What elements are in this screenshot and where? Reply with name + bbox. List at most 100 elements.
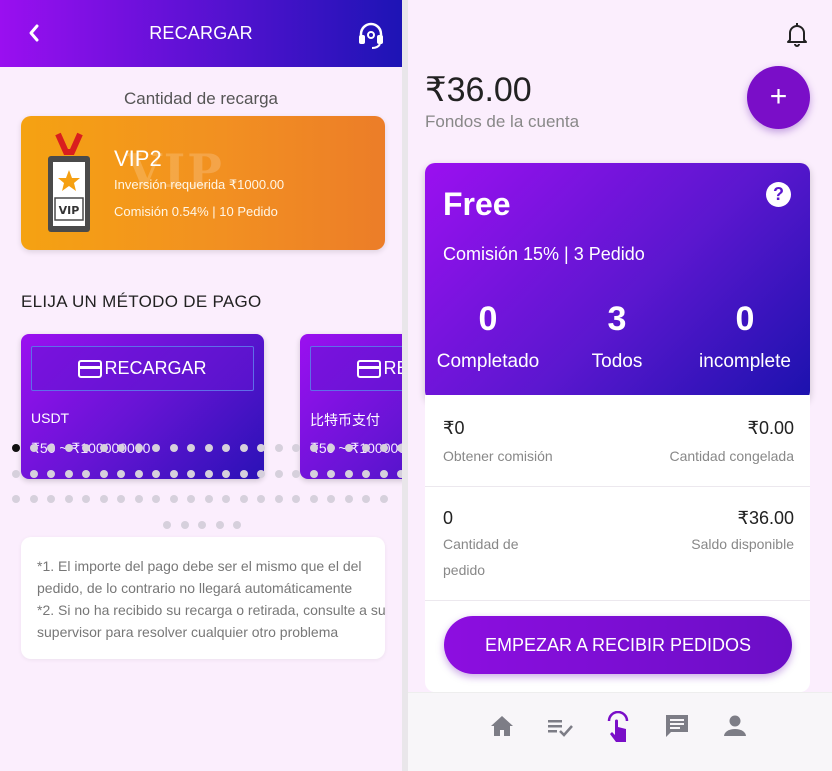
- recharge-notice: *1. El importe del pago debe ser el mism…: [21, 537, 386, 659]
- payment-method-name: 比特币支付: [310, 412, 380, 428]
- headset-icon[interactable]: [356, 20, 386, 50]
- summary-row: 0 Cantidad de pedido ₹36.00 Saldo dispon…: [425, 487, 810, 601]
- carousel-dot: [152, 495, 160, 503]
- frozen-amount-label: Cantidad congelada: [669, 448, 794, 464]
- stat-value: 3: [607, 300, 627, 338]
- carousel-dot: [257, 470, 265, 478]
- carousel-dot: [12, 495, 20, 503]
- plan-name: Free: [443, 186, 511, 222]
- vip-badge-icon: VIP: [39, 130, 99, 238]
- carousel-dot: [344, 495, 353, 503]
- carousel-dot: [134, 444, 143, 452]
- carousel-dot: [169, 470, 178, 478]
- recharge-amount-label: Cantidad de recarga: [123, 89, 279, 108]
- carousel-dot: [344, 470, 353, 478]
- earned-commission-label: Obtener comisión: [443, 448, 553, 464]
- carousel-dot: [215, 521, 224, 529]
- vip-commission: Comisión 0.54% | 10 Pedido: [114, 204, 278, 219]
- stat-label: Completado: [436, 351, 540, 372]
- carousel-dot: [29, 495, 38, 503]
- carousel-dot: [222, 495, 230, 503]
- recharge-header: RECARGAR: [0, 0, 402, 67]
- carousel-dot: [64, 470, 73, 478]
- carousel-dot: [379, 444, 388, 452]
- stat-completed: 0 Completado: [429, 300, 547, 375]
- carousel-dot: [198, 521, 206, 529]
- tap-icon[interactable]: [603, 710, 633, 742]
- carousel-dot: [29, 470, 38, 478]
- carousel-dot: [204, 495, 213, 503]
- carousel-dot: [309, 495, 318, 503]
- summary-row: ₹0 Obtener comisión ₹0.00 Cantidad conge…: [425, 395, 810, 487]
- carousel-dot: [309, 444, 318, 452]
- carousel-dot: [257, 444, 265, 452]
- earned-commission-value: ₹0: [443, 418, 465, 438]
- carousel-dot: [187, 495, 195, 503]
- carousel-dot: [222, 444, 230, 452]
- bell-icon[interactable]: [785, 21, 809, 47]
- page-title: RECARGAR: [149, 23, 253, 43]
- carousel-dot: [180, 521, 189, 529]
- credit-card-icon: [78, 359, 103, 378]
- carousel-dot: [99, 470, 108, 478]
- available-balance-label: Saldo disponible: [691, 536, 794, 552]
- carousel-dot: [309, 470, 318, 478]
- carousel-dot: [292, 444, 300, 452]
- carousel-dot: [187, 470, 195, 478]
- carousel-dot: [152, 470, 160, 478]
- vip-level-card[interactable]: VIP VIP VIP2 Inversión requerida ₹1000.0…: [21, 116, 385, 250]
- carousel-dot: [274, 444, 283, 452]
- stat-value: 0: [735, 300, 755, 338]
- help-icon[interactable]: ?: [766, 182, 791, 207]
- carousel-dot: [344, 444, 353, 452]
- carousel-dot: [362, 444, 370, 452]
- carousel-dot: [99, 495, 108, 503]
- carousel-dot: [204, 444, 213, 452]
- carousel-dot: [47, 495, 55, 503]
- home-icon[interactable]: [487, 711, 517, 741]
- account-balance: ₹36.00: [425, 71, 532, 109]
- carousel-dot: [134, 470, 143, 478]
- stat-label: incomplete: [699, 351, 791, 372]
- carousel-dot: [233, 521, 241, 529]
- carousel-dot: [169, 495, 178, 503]
- carousel-dot: [187, 444, 195, 452]
- carousel-dot: [239, 444, 248, 452]
- carousel-dot: [12, 470, 20, 478]
- recharge-screen: RECARGAR Cantidad de recarga VIP VIP VIP…: [0, 0, 402, 771]
- start-orders-button[interactable]: EMPEZAR A RECIBIR PEDIDOS: [444, 616, 792, 674]
- carousel-dot: [292, 470, 300, 478]
- carousel-dot: [134, 495, 143, 503]
- carousel-dot: [47, 470, 55, 478]
- vip-investment: Inversión requerida ₹1000.00: [114, 177, 285, 192]
- carousel-dot: [292, 495, 300, 503]
- plan-commission: Comisión 15% | 3 Pedido: [443, 244, 645, 264]
- vip-level-name: VIP2: [114, 146, 162, 171]
- carousel-dot: [274, 495, 283, 503]
- recharge-button[interactable]: RECARGAR: [31, 346, 254, 391]
- carousel-dot: [82, 444, 90, 452]
- screen-root: RECARGAR Cantidad de recarga VIP VIP VIP…: [0, 0, 832, 771]
- carousel-dot: [64, 444, 73, 452]
- chat-icon[interactable]: [662, 711, 692, 741]
- carousel-dot: [47, 444, 55, 452]
- vip-badge-text: VIP: [59, 204, 80, 217]
- add-funds-button[interactable]: +: [747, 66, 810, 129]
- account-balance-label: Fondos de la cuenta: [425, 112, 580, 131]
- user-icon[interactable]: [720, 711, 750, 741]
- recharge-button[interactable]: RECARGAR: [310, 346, 402, 391]
- carousel-dot: [163, 521, 171, 529]
- carousel-dot: [117, 470, 125, 478]
- stat-value: 0: [478, 300, 498, 338]
- carousel-dot: [169, 444, 178, 452]
- payment-method-name: USDT: [31, 410, 70, 426]
- carousel-dot: [379, 470, 388, 478]
- stat-label: Todos: [591, 351, 643, 372]
- stat-incomplete: 0 incomplete: [685, 300, 805, 375]
- plan-card: Free ? Comisión 15% | 3 Pedido 0 Complet…: [425, 163, 810, 401]
- recharge-button-label: RECARGAR: [383, 358, 402, 378]
- carousel-dot: [117, 495, 125, 503]
- orders-list-icon[interactable]: [545, 711, 575, 741]
- notice-text: *1. El importe del pago debe ser el mism…: [37, 558, 386, 640]
- carousel-dot: [239, 495, 248, 503]
